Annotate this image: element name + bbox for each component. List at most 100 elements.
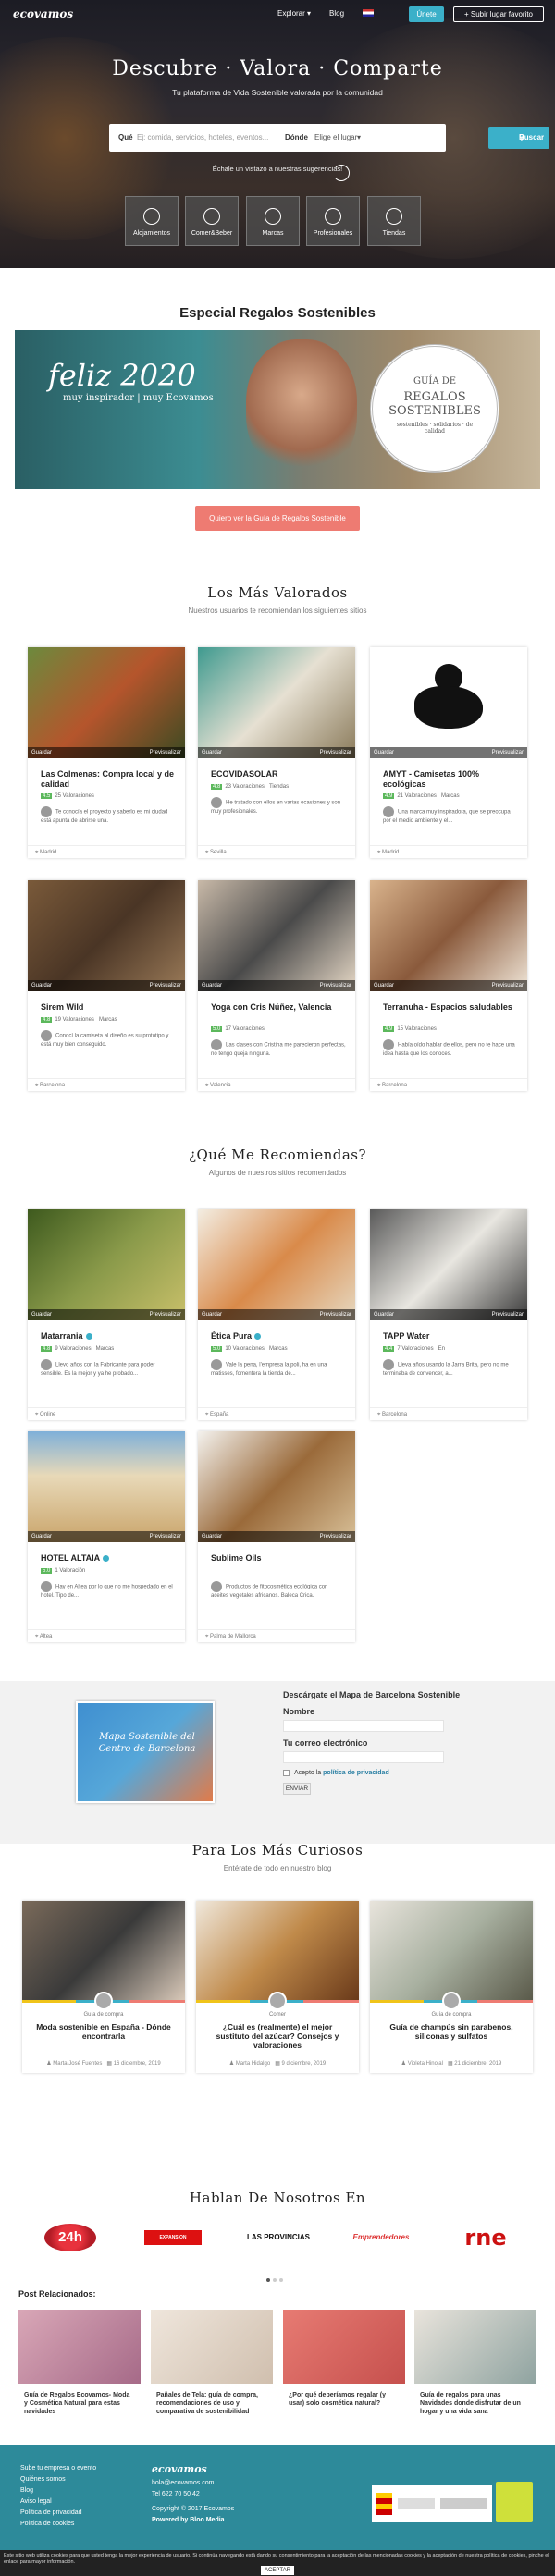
category-lodging[interactable]: Alojamientos — [125, 196, 179, 246]
listing-title[interactable]: Sirem Wild — [41, 1002, 179, 1012]
press-logo-24h[interactable]: 24h — [44, 2224, 96, 2251]
preview-button[interactable]: Previsualizar — [492, 747, 524, 758]
related-post[interactable]: Pañales de Tela: guía de compra, recomen… — [151, 2310, 273, 2417]
preview-button[interactable]: Previsualizar — [150, 980, 181, 991]
listing-title[interactable]: HOTEL ALTAIA — [41, 1553, 179, 1564]
listing-card[interactable]: Guardar Previsualizar Ética Pura 5.0 10 Valo… — [198, 1209, 355, 1420]
nav-explore[interactable]: Explorar ▾ — [278, 9, 311, 18]
save-button[interactable]: Guardar — [31, 1534, 52, 1539]
listing-card[interactable]: Guardar Previsualizar Sirem Wild 4.8 19 Valo… — [28, 880, 185, 1091]
save-button[interactable]: Guardar — [374, 983, 394, 988]
site-logo[interactable]: ecovamos — [13, 7, 73, 20]
cookie-accept-button[interactable]: ACEPTAR — [261, 2566, 294, 2575]
listing-title[interactable]: Terranuha - Espacios saludables — [383, 1002, 522, 1012]
save-button[interactable]: Guardar — [374, 750, 394, 755]
footer-logo: ecovamos — [152, 2463, 207, 2475]
listing-title[interactable]: Yoga con Cris Núñez, Valencia — [211, 1002, 350, 1012]
save-button[interactable]: Guardar — [202, 983, 222, 988]
save-button[interactable]: Guardar — [31, 1312, 52, 1318]
press-logo-emprendedores[interactable]: Emprendedores — [346, 2224, 416, 2251]
listing-card[interactable]: Guardar Previsualizar Matarrania 4.8 9 Valor… — [28, 1209, 185, 1420]
save-button[interactable]: Guardar — [374, 1312, 394, 1318]
footer-link-cookies[interactable]: Política de cookies — [20, 2521, 74, 2527]
privacy-checkbox[interactable] — [283, 1770, 290, 1776]
save-button[interactable]: Guardar — [202, 1312, 222, 1318]
save-button[interactable]: Guardar — [202, 1534, 222, 1539]
preview-button[interactable]: Previsualizar — [492, 980, 524, 991]
search-button[interactable]: ⚲ Buscar — [488, 127, 549, 149]
footer-email[interactable]: hola@ecovamos.com — [152, 2480, 214, 2486]
footer-link-legal[interactable]: Aviso legal — [20, 2498, 52, 2505]
listing-card[interactable]: Guardar Previsualizar Sublime Oils Producto… — [198, 1431, 355, 1642]
listing-card[interactable]: Guardar Previsualizar AMYT - Camisetas 100… — [370, 647, 527, 858]
listing-title[interactable]: Sublime Oils — [211, 1553, 350, 1564]
gifts-banner[interactable]: feliz 2020 muy inspirador | muy Ecovamos… — [15, 330, 540, 489]
preview-button[interactable]: Previsualizar — [320, 980, 352, 991]
nav-blog[interactable]: Blog — [329, 9, 344, 18]
preview-button[interactable]: Previsualizar — [492, 1309, 524, 1320]
email-input[interactable] — [283, 1751, 444, 1763]
listing-title[interactable]: AMYT - Camisetas 100% ecológicas — [383, 769, 522, 790]
listing-card[interactable]: Guardar Previsualizar ECOVIDASOLAR 4.8 23 Va… — [198, 647, 355, 858]
listing-title[interactable]: TAPP Water — [383, 1331, 522, 1342]
blog-post-card[interactable]: Guía de compra Moda sostenible en España … — [22, 1901, 185, 2073]
listing-title[interactable]: Las Colmenas: Compra local y de calidad — [41, 769, 179, 790]
save-button[interactable]: Guardar — [31, 750, 52, 755]
login-button[interactable]: Únete — [409, 6, 444, 22]
related-post[interactable]: Guía de regalos para unas Navidades dond… — [414, 2310, 536, 2417]
blog-post-card[interactable]: Guía de compra Guía de champús sin parabe… — [370, 1901, 533, 2073]
blog-category[interactable]: Guía de compra — [22, 2012, 185, 2018]
listing-card[interactable]: Guardar Previsualizar Las Colmenas: Compra… — [28, 647, 185, 858]
listing-card[interactable]: Guardar Previsualizar HOTEL ALTAIA 5.0 1 Val… — [28, 1431, 185, 1642]
category-food[interactable]: Comer&Beber — [185, 196, 239, 246]
category-professionals[interactable]: Profesionales — [306, 196, 360, 246]
carousel-dot[interactable] — [273, 2278, 277, 2282]
blog-post-title[interactable]: Moda sostenible en España - Dónde encont… — [31, 2022, 176, 2041]
carousel-dot[interactable] — [279, 2278, 283, 2282]
carousel-dots[interactable] — [266, 2275, 283, 2284]
related-post-title: Guía de Regalos Ecovamos- Moda y Cosméti… — [24, 2392, 130, 2415]
preview-button[interactable]: Previsualizar — [320, 1531, 352, 1542]
language-flag-icon[interactable] — [363, 9, 374, 17]
listing-card[interactable]: Guardar Previsualizar TAPP Water 4.4 7 Valor… — [370, 1209, 527, 1420]
preview-button[interactable]: Previsualizar — [150, 747, 181, 758]
blog-post-card[interactable]: Comer ¿Cuál es (realmente) el mejor susti… — [196, 1901, 359, 2073]
related-post[interactable]: ¿Por qué deberíamos regalar (y usar) sol… — [283, 2310, 405, 2417]
listing-card[interactable]: Guardar Previsualizar Yoga con Cris Núñez,… — [198, 880, 355, 1091]
preview-button[interactable]: Previsualizar — [320, 747, 352, 758]
barcelona-map-image[interactable]: Mapa Sostenible del Centro de Barcelona — [76, 1701, 215, 1803]
save-button[interactable]: Guardar — [202, 750, 222, 755]
author-avatar — [268, 1992, 287, 2010]
listing-title[interactable]: Ética Pura — [211, 1331, 350, 1342]
gift-guide-button[interactable]: Quiero ver la Guía de Regalos Sostenible — [195, 506, 360, 531]
footer-powered[interactable]: Powered by Bloo Media — [152, 2517, 225, 2523]
preview-button[interactable]: Previsualizar — [150, 1309, 181, 1320]
carousel-dot[interactable] — [266, 2278, 270, 2282]
privacy-link[interactable]: política de privacidad — [323, 1770, 389, 1776]
listing-card[interactable]: Guardar Previsualizar Terranuha - Espacios… — [370, 880, 527, 1091]
press-logo-expansion[interactable]: EXPANSION — [144, 2230, 202, 2245]
blog-category[interactable]: Guía de compra — [370, 2012, 533, 2018]
blog-post-title[interactable]: Guía de champús sin parabenos, siliconas… — [379, 2022, 524, 2041]
footer-link-privacy[interactable]: Política de privacidad — [20, 2509, 82, 2516]
preview-button[interactable]: Previsualizar — [320, 1309, 352, 1320]
listing-title[interactable]: ECOVIDASOLAR — [211, 769, 350, 779]
category-shops[interactable]: Tiendas — [367, 196, 421, 246]
preview-button[interactable]: Previsualizar — [150, 1531, 181, 1542]
footer-link-submit[interactable]: Sube tu empresa o evento — [20, 2465, 96, 2472]
footer-link-about[interactable]: Quiénes somos — [20, 2476, 66, 2483]
blog-post-title[interactable]: ¿Cuál es (realmente) el mejor sustituto … — [205, 2022, 350, 2050]
press-logo-rne[interactable]: rne — [455, 2224, 516, 2251]
blog-category[interactable]: Comer — [196, 2012, 359, 2018]
add-place-button[interactable]: + Subir lugar favorito — [453, 6, 544, 22]
submit-button[interactable]: ENVIAR — [283, 1783, 311, 1795]
search-input[interactable]: Ej: comida, servicios, hoteles, eventos.… — [137, 133, 285, 141]
footer-link-blog[interactable]: Blog — [20, 2487, 33, 2494]
category-brands[interactable]: Marcas — [246, 196, 300, 246]
name-input[interactable] — [283, 1720, 444, 1732]
press-logo-las-provincias[interactable]: LAS PROVINCIAS — [239, 2224, 318, 2251]
related-post[interactable]: Guía de Regalos Ecovamos- Moda y Cosméti… — [18, 2310, 141, 2417]
cutlery-icon — [204, 208, 220, 225]
listing-title[interactable]: Matarrania — [41, 1331, 179, 1342]
save-button[interactable]: Guardar — [31, 983, 52, 988]
